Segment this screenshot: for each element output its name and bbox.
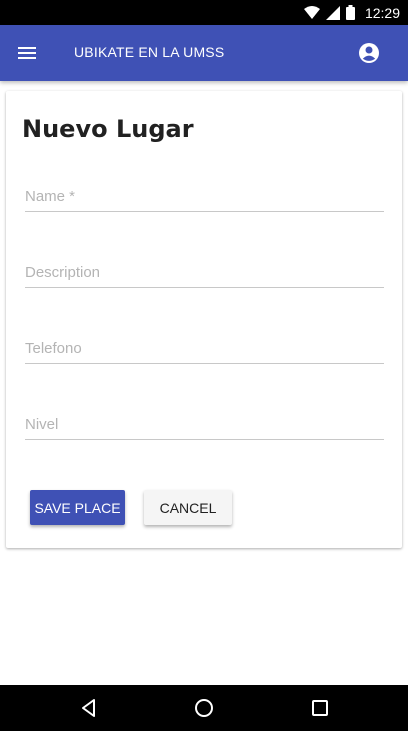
- nivel-field: [25, 410, 384, 440]
- cancel-button[interactable]: CANCEL: [144, 490, 232, 525]
- account-button[interactable]: [358, 42, 380, 64]
- menu-button[interactable]: [12, 37, 42, 69]
- app-bar: UBIKATE EN LA UMSS: [0, 25, 408, 81]
- battery-icon: [345, 5, 355, 20]
- navigation-bar: [0, 685, 408, 731]
- wifi-icon: [303, 5, 320, 19]
- back-icon: [82, 699, 95, 717]
- nivel-input[interactable]: [25, 410, 384, 439]
- telefono-field: [25, 334, 384, 364]
- home-icon: [195, 699, 213, 717]
- status-icons: 12:29: [303, 0, 400, 25]
- form-title: Nuevo Lugar: [22, 115, 194, 143]
- name-input[interactable]: [25, 182, 384, 211]
- description-field: [25, 258, 384, 288]
- app-title: UBIKATE EN LA UMSS: [74, 44, 225, 60]
- recents-icon: [312, 700, 328, 716]
- account-circle-icon: [359, 43, 379, 63]
- recents-button[interactable]: [308, 696, 332, 720]
- home-button[interactable]: [192, 696, 216, 720]
- status-bar: 12:29: [0, 0, 408, 25]
- save-place-button[interactable]: SAVE PLACE: [30, 490, 125, 525]
- new-place-form-card: Nuevo Lugar SAVE PLACE CANCEL: [6, 91, 402, 548]
- back-button[interactable]: [77, 696, 101, 720]
- telefono-input[interactable]: [25, 334, 384, 363]
- description-input[interactable]: [25, 258, 384, 287]
- menu-icon: [18, 47, 36, 59]
- signal-icon: [325, 5, 340, 20]
- status-time: 12:29: [364, 4, 400, 21]
- name-field: [25, 182, 384, 212]
